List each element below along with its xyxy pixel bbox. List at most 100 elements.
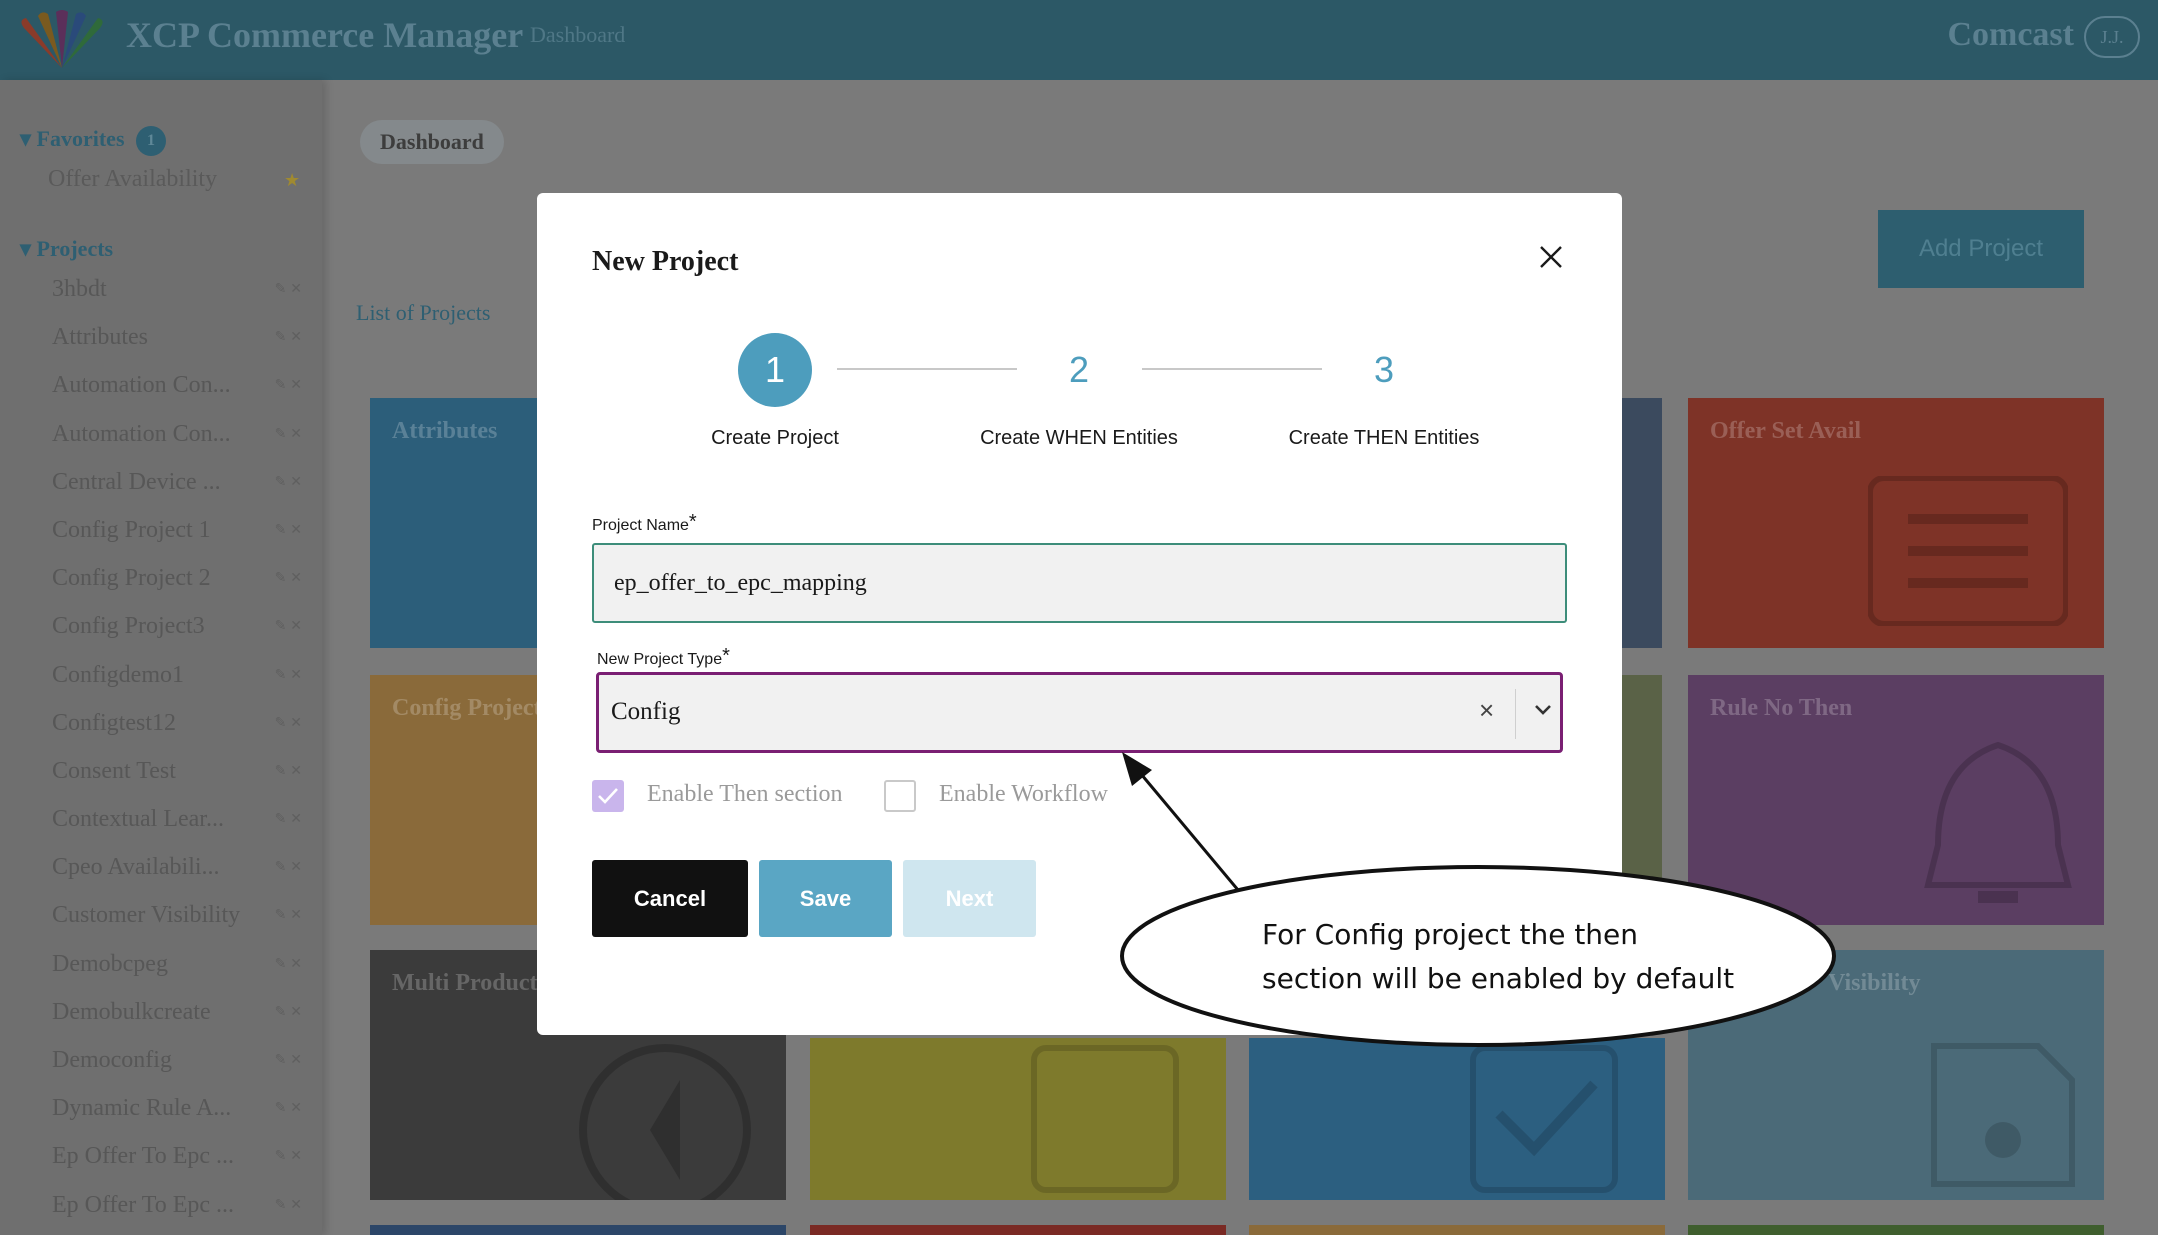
- save-button[interactable]: Save: [759, 860, 892, 937]
- edit-delete-icons[interactable]: ✎ ✕: [275, 280, 302, 297]
- annotation-line-1: For Config project the then: [1262, 918, 1639, 951]
- list-icon: [1868, 476, 2068, 626]
- check-icon: [598, 788, 618, 804]
- edit-delete-icons[interactable]: ✎ ✕: [275, 1003, 302, 1020]
- edit-delete-icons[interactable]: ✎ ✕: [275, 376, 302, 393]
- nav-dashboard-link[interactable]: Dashboard: [530, 22, 625, 48]
- project-tile[interactable]: Rule No Then: [1688, 675, 2104, 925]
- checkbox-icon: [1470, 1045, 1618, 1193]
- edit-delete-icons[interactable]: ✎ ✕: [275, 906, 302, 923]
- user-avatar[interactable]: J.J.: [2084, 16, 2140, 58]
- app-title: XCP Commerce Manager: [126, 15, 524, 55]
- edit-delete-icons[interactable]: ✎ ✕: [275, 858, 302, 875]
- project-tile[interactable]: Offer Set Avail: [1688, 398, 2104, 648]
- add-project-button[interactable]: Add Project: [1878, 210, 2084, 288]
- step-connector: [837, 368, 1017, 370]
- annotation-line-2: section will be enabled by default: [1262, 962, 1735, 995]
- project-list-item[interactable]: Ep Offer To Epc ... ✎ ✕: [52, 1192, 312, 1235]
- enable-workflow-checkbox[interactable]: [884, 780, 916, 812]
- edit-delete-icons[interactable]: ✎ ✕: [275, 955, 302, 972]
- edit-delete-icons[interactable]: ✎ ✕: [275, 1099, 302, 1116]
- chevron-down-icon[interactable]: [1533, 703, 1553, 717]
- enable-workflow-label: Enable Workflow: [939, 781, 1108, 807]
- required-mark: *: [688, 511, 697, 533]
- project-list-item[interactable]: Central Device ... ✎ ✕: [52, 469, 312, 517]
- project-type-select[interactable]: Config ×: [596, 672, 1563, 753]
- step-connector: [1142, 368, 1322, 370]
- project-list-item[interactable]: Contextual Lear... ✎ ✕: [52, 806, 312, 854]
- project-tile[interactable]: [810, 1038, 1226, 1200]
- project-name-label: Project Name*: [592, 511, 697, 534]
- project-tile[interactable]: [1622, 398, 1662, 648]
- edit-delete-icons[interactable]: ✎ ✕: [275, 617, 302, 634]
- edit-delete-icons[interactable]: ✎ ✕: [275, 425, 302, 442]
- list-of-projects-link[interactable]: List of Projects: [356, 300, 490, 326]
- edit-delete-icons[interactable]: ✎ ✕: [275, 1147, 302, 1164]
- project-list-item[interactable]: Customer Visibility ✎ ✕: [52, 902, 312, 950]
- project-list-item[interactable]: Automation Con... ✎ ✕: [52, 372, 312, 420]
- project-tile[interactable]: Visibility: [1688, 950, 2104, 1200]
- org-name: Comcast: [1947, 16, 2074, 53]
- edit-delete-icons[interactable]: ✎ ✕: [275, 473, 302, 490]
- star-icon[interactable]: ★: [284, 170, 300, 191]
- project-list-item[interactable]: Configtest12 ✎ ✕: [52, 710, 312, 758]
- top-bar: XCP Commerce Manager Dashboard Comcast J…: [0, 0, 2158, 80]
- projects-header[interactable]: ▾ Projects: [20, 236, 113, 262]
- edit-delete-icons[interactable]: ✎ ✕: [275, 762, 302, 779]
- project-list-item[interactable]: Config Project3 ✎ ✕: [52, 613, 312, 661]
- project-tile[interactable]: [370, 1225, 786, 1235]
- project-tile[interactable]: [810, 1225, 1226, 1235]
- project-list-item[interactable]: Cpeo Availabili... ✎ ✕: [52, 854, 312, 902]
- edit-delete-icons[interactable]: ✎ ✕: [275, 521, 302, 538]
- project-tile[interactable]: [1249, 1038, 1665, 1200]
- project-tile[interactable]: [1249, 1225, 1665, 1235]
- project-list-item[interactable]: Dynamic Rule A... ✎ ✕: [52, 1095, 312, 1143]
- project-list-item[interactable]: Configdemo1 ✎ ✕: [52, 662, 312, 710]
- project-list: 3hbdt ✎ ✕ Attributes ✎ ✕ Automation Con...…: [52, 276, 312, 1235]
- project-list-item[interactable]: Config Project 2 ✎ ✕: [52, 565, 312, 613]
- bell-icon: [1924, 741, 2072, 903]
- project-list-item[interactable]: Automation Con... ✎ ✕: [52, 421, 312, 469]
- project-list-item[interactable]: Config Project 1 ✎ ✕: [52, 517, 312, 565]
- dialog-title: New Project: [592, 246, 739, 277]
- edit-delete-icons[interactable]: ✎ ✕: [275, 810, 302, 827]
- enable-then-checkbox[interactable]: [592, 780, 624, 812]
- cancel-button[interactable]: Cancel: [592, 860, 748, 937]
- edit-delete-icons[interactable]: ✎ ✕: [275, 714, 302, 731]
- favorites-label: ▾ Favorites: [20, 126, 125, 152]
- project-type-label: New Project Type*: [597, 645, 730, 668]
- step-1-label: Create Project: [711, 427, 839, 449]
- step-3-circle: 3: [1373, 349, 1395, 390]
- new-project-dialog: New Project 1 Create Project 2 Create WH…: [537, 193, 1622, 1035]
- sidebar: ▾ Favorites 1 Offer Availability ★ ▾ Pro…: [0, 80, 322, 1235]
- step-1-circle: 1: [738, 333, 812, 407]
- clear-icon[interactable]: ×: [1479, 695, 1494, 726]
- required-mark: *: [722, 645, 730, 667]
- project-list-item[interactable]: Demobcpeg ✎ ✕: [52, 951, 312, 999]
- project-type-value: Config: [611, 698, 681, 725]
- save-icon: [1931, 1043, 2075, 1187]
- edit-delete-icons[interactable]: ✎ ✕: [275, 328, 302, 345]
- project-list-item[interactable]: Demobulkcreate ✎ ✕: [52, 999, 312, 1047]
- edit-delete-icons[interactable]: ✎ ✕: [275, 666, 302, 683]
- project-list-item[interactable]: Consent Test ✎ ✕: [52, 758, 312, 806]
- project-list-item[interactable]: Attributes ✎ ✕: [52, 324, 312, 372]
- step-2-circle: 2: [1068, 349, 1090, 390]
- favorites-header[interactable]: ▾ Favorites 1: [20, 126, 167, 156]
- breadcrumb[interactable]: Dashboard: [360, 120, 504, 164]
- project-list-item[interactable]: Ep Offer To Epc ... ✎ ✕: [52, 1143, 312, 1191]
- project-tile[interactable]: [1622, 675, 1662, 925]
- step-3-label: Create THEN Entities: [1288, 427, 1480, 449]
- edit-delete-icons[interactable]: ✎ ✕: [275, 1051, 302, 1068]
- edit-delete-icons[interactable]: ✎ ✕: [275, 1196, 302, 1213]
- compass-icon: [579, 1044, 751, 1200]
- favorite-item[interactable]: Offer Availability: [48, 166, 217, 193]
- edit-delete-icons[interactable]: ✎ ✕: [275, 569, 302, 586]
- project-list-item[interactable]: 3hbdt ✎ ✕: [52, 276, 312, 324]
- project-list-item[interactable]: Democonfig ✎ ✕: [52, 1047, 312, 1095]
- close-icon[interactable]: [1538, 244, 1564, 270]
- step-2-label: Create WHEN Entities: [980, 427, 1178, 449]
- next-button[interactable]: Next: [903, 860, 1036, 937]
- project-tile[interactable]: [1688, 1225, 2104, 1235]
- project-name-input[interactable]: [592, 543, 1567, 623]
